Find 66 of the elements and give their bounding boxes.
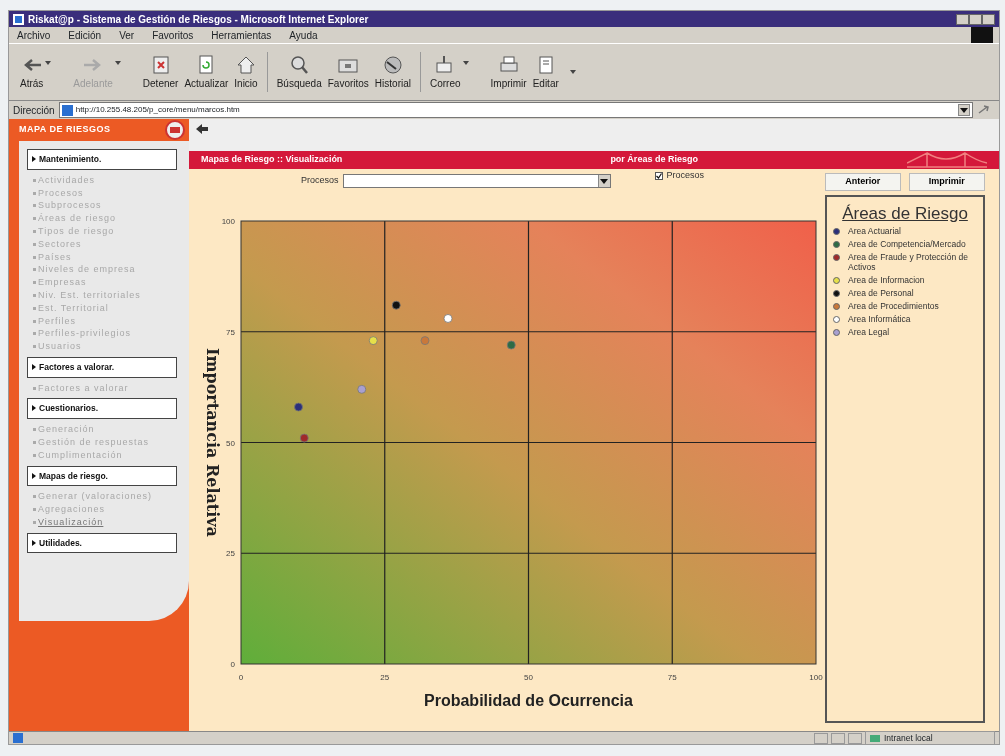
ie-page-icon [13,13,24,25]
toolbar-button[interactable]: Favoritos [324,51,372,93]
zone-label: Intranet local [884,731,933,745]
toolbar-button[interactable]: Correo [426,51,488,93]
legend-label: Area de Procedimientos [848,301,939,311]
menu-item[interactable]: Ayuda [287,27,320,43]
legend-label: Area de Fraude y Protección de Activos [848,252,969,272]
caret-icon[interactable] [569,70,576,74]
toolbar-button[interactable]: Inicio [231,51,261,93]
close-button[interactable] [982,13,995,25]
menu-link[interactable]: Visualización [38,516,104,527]
nav-button[interactable]: Imprimir [908,173,985,191]
tick-label: 25 [380,673,390,682]
tick-label: 100 [809,673,823,682]
back-arrow-icon[interactable] [195,123,209,135]
toolbar-button[interactable]: Imprimir [487,51,530,93]
maximize-button[interactable] [969,13,982,25]
toolbar-button[interactable]: Editar [529,51,562,93]
sidebar-title: MAPA DE RIESGOS [19,123,111,137]
process-checkbox[interactable] [654,172,663,180]
tick-label: 0 [238,673,244,682]
address-field[interactable]: http://10.255.48.205/p_core/menu/marcos.htm [58,102,973,118]
menu-item[interactable]: Ver [117,27,137,43]
x-axis-title: Probabilidad de Ocurrencia [424,692,633,709]
legend-title: Áreas de Riesgo [841,202,969,225]
address-label: Dirección [13,103,55,118]
toolbar-button[interactable]: Actualizar [181,51,232,93]
minimize-button[interactable] [956,13,969,25]
nav-button[interactable]: Anterior [825,173,901,191]
tick-label: 50 [226,438,235,448]
legend-label: Area de Competencia/Mercado [848,239,966,249]
tick-label: 75 [226,327,235,337]
toolbar-button[interactable]: Detener [139,51,182,93]
toolbar-button[interactable]: Atrás [17,51,71,93]
legend-label: Area Actuarial [848,226,901,236]
legend-label: Area Informática [848,314,911,324]
tick-label: 75 [667,673,677,682]
dropdown-button[interactable] [958,104,970,116]
process-select[interactable] [342,174,611,188]
tick-label: 0 [230,660,235,669]
tick-label: 100 [221,217,235,226]
checkbox-label: Procesos [666,169,705,183]
menu-item[interactable]: Archivo [15,27,53,43]
tick-label: 50 [524,673,533,682]
page-icon [61,104,73,116]
page-title: Mapas de Riesgo :: Visualización [201,153,343,167]
y-axis-title: Importancia Relativa [203,348,222,537]
page-subtitle: por Áreas de Riesgo [610,153,698,167]
tick-label: 25 [226,549,235,559]
toolbar-button[interactable]: Historial [371,51,414,93]
legend-label: Area de Informacion [848,275,925,285]
intranet-icon [870,733,880,743]
search-icon [288,53,311,76]
legend-label: Area de Personal [848,288,914,298]
page-icon [13,733,23,743]
section-header[interactable]: Cuestionarios. [39,403,99,414]
legend-label: Area Legal [848,327,890,337]
process-label: Procesos [301,174,339,188]
window-title: Riskat@p - Sistema de Gestión de Riesgos - Microsoft Internet Explorer [28,12,369,27]
dropdown-button[interactable] [597,175,610,187]
section-header[interactable]: Mantenimiento. [39,154,102,164]
toolbar-button[interactable]: Búsqueda [273,51,325,93]
menu-item[interactable]: Edición [66,27,104,43]
menu-item[interactable]: Favoritos [150,27,196,43]
menu-item[interactable]: Herramientas [209,27,274,43]
section-header[interactable]: Utilidades. [39,537,82,548]
